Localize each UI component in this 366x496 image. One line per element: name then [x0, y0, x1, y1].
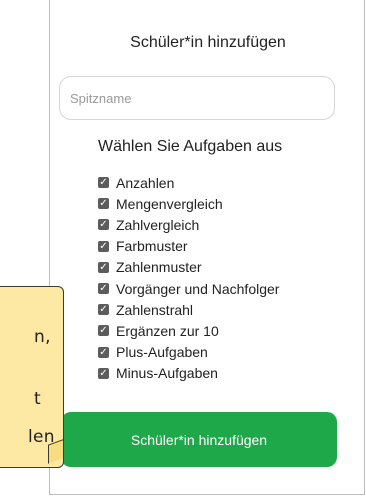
task-item-anzahlen[interactable]: ✓ Anzahlen	[98, 172, 279, 193]
task-label: Vorgänger und Nachfolger	[116, 280, 280, 297]
task-item-farbmuster[interactable]: ✓ Farbmuster	[98, 236, 279, 257]
sticky-note: n, t len	[0, 286, 64, 468]
task-label: Farbmuster	[116, 238, 188, 255]
checkbox-checked-icon[interactable]: ✓	[98, 367, 109, 379]
checkbox-checked-icon[interactable]: ✓	[98, 219, 109, 231]
sticky-note-text: n,	[34, 327, 51, 347]
add-student-dialog: Schüler*in hinzufügen Wählen Sie Aufgabe…	[49, 0, 365, 495]
task-label: Ergänzen zur 10	[116, 322, 219, 339]
add-student-button[interactable]: Schüler*in hinzufügen	[61, 412, 337, 467]
task-item-mengenvergleich[interactable]: ✓ Mengenvergleich	[98, 193, 279, 214]
checkbox-checked-icon[interactable]: ✓	[98, 346, 109, 358]
checkbox-checked-icon[interactable]: ✓	[98, 177, 109, 189]
task-label: Zahlenstrahl	[116, 301, 194, 318]
task-item-zahlenstrahl[interactable]: ✓ Zahlenstrahl	[98, 299, 279, 320]
checkbox-checked-icon[interactable]: ✓	[98, 261, 109, 273]
sticky-note-text: t	[34, 389, 41, 409]
task-label: Zahlvergleich	[116, 216, 200, 233]
dialog-title: Schüler*in hinzufügen	[130, 34, 286, 51]
task-item-zahlenmuster[interactable]: ✓ Zahlenmuster	[98, 257, 279, 278]
task-item-ergaenzen-zur-10[interactable]: ✓ Ergänzen zur 10	[98, 320, 279, 341]
tasks-section-title: Wählen Sie Aufgaben aus	[98, 138, 283, 155]
checkbox-checked-icon[interactable]: ✓	[98, 283, 109, 295]
page-curl-icon	[48, 439, 63, 464]
checkbox-checked-icon[interactable]: ✓	[98, 198, 109, 210]
task-label: Plus-Aufgaben	[116, 344, 208, 361]
task-label: Zahlenmuster	[116, 259, 202, 276]
task-item-zahlvergleich[interactable]: ✓ Zahlvergleich	[98, 214, 279, 235]
task-label: Mengenvergleich	[116, 195, 223, 212]
task-label: Anzahlen	[116, 174, 175, 191]
task-label: Minus-Aufgaben	[116, 365, 218, 382]
task-item-minus-aufgaben[interactable]: ✓ Minus-Aufgaben	[98, 363, 279, 384]
checkbox-checked-icon[interactable]: ✓	[98, 325, 109, 337]
task-checkbox-list: ✓ Anzahlen ✓ Mengenvergleich ✓ Zahlvergl…	[98, 172, 279, 384]
screen: Schüler*in hinzufügen Wählen Sie Aufgabe…	[0, 0, 366, 496]
nickname-input[interactable]	[59, 76, 335, 120]
task-item-vorgaenger-nachfolger[interactable]: ✓ Vorgänger und Nachfolger	[98, 278, 279, 299]
checkbox-checked-icon[interactable]: ✓	[98, 240, 109, 252]
task-item-plus-aufgaben[interactable]: ✓ Plus-Aufgaben	[98, 342, 279, 363]
checkbox-checked-icon[interactable]: ✓	[98, 304, 109, 316]
